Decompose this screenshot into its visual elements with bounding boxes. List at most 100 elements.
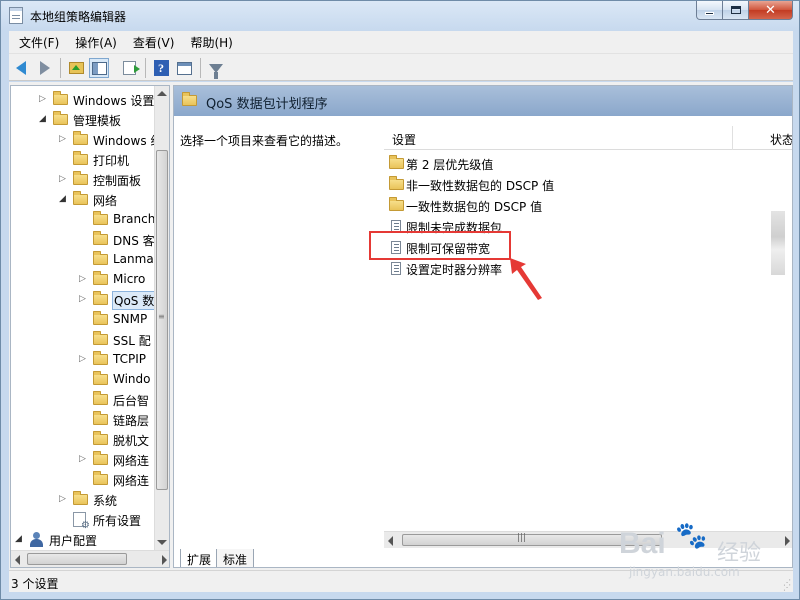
tree-item[interactable]: ▷ TCPIP xyxy=(11,349,156,369)
baidu-watermark: Bai 🐾 经验 jingyan.baidu.com xyxy=(619,521,789,583)
console-tree[interactable]: ▷ Windows 设置 ◢ 管理模板 ▷ Windows 组件 打印机 ▷ 控制面板 ◢ 网络 Br… xyxy=(10,85,170,568)
tree-item-label: Windows 设置 xyxy=(73,94,155,108)
folder-icon xyxy=(93,271,108,285)
tree-item[interactable]: Windo xyxy=(11,369,156,389)
tree-item[interactable]: DNS 客 xyxy=(11,229,156,249)
collapsed-arrow-icon[interactable]: ▷ xyxy=(79,274,87,284)
scroll-grip-icon: ||| xyxy=(517,533,527,543)
collapsed-arrow-icon[interactable]: ▷ xyxy=(79,454,87,464)
up-level-button[interactable] xyxy=(66,58,86,78)
expanded-arrow-icon[interactable]: ◢ xyxy=(59,194,67,204)
properties-icon xyxy=(176,61,192,75)
tree-item[interactable]: ▷ Micro xyxy=(11,269,156,289)
column-setting[interactable]: 设置 xyxy=(392,131,416,148)
folder-icon xyxy=(93,351,108,365)
settings-doc-icon xyxy=(73,512,90,531)
show-hide-tree-button[interactable] xyxy=(89,58,109,78)
forward-arrow-icon xyxy=(40,61,50,75)
scroll-up-icon[interactable] xyxy=(157,91,167,96)
tree-item[interactable]: 所有设置 xyxy=(11,509,156,531)
scroll-down-icon[interactable] xyxy=(157,540,167,545)
collapsed-arrow-icon[interactable]: ▷ xyxy=(79,354,87,364)
expanded-arrow-icon[interactable]: ◢ xyxy=(15,534,23,544)
help-button[interactable]: ? xyxy=(151,58,171,78)
tree-item-label: 后台智 xyxy=(113,394,150,408)
folder-icon xyxy=(93,471,108,485)
tree-item-label: 网络连 xyxy=(113,474,150,488)
tab-standard[interactable]: 标准 xyxy=(216,549,255,567)
menu-view[interactable]: 查看(V) xyxy=(127,32,181,53)
menu-action[interactable]: 操作(A) xyxy=(69,32,123,53)
highlight-box xyxy=(369,231,511,260)
menu-help[interactable]: 帮助(H) xyxy=(184,32,238,53)
tree-item[interactable]: ▷ 网络连 xyxy=(11,449,156,469)
back-button[interactable] xyxy=(11,58,31,78)
tree-item[interactable]: SNMP xyxy=(11,309,156,329)
tree-item[interactable]: 打印机 xyxy=(11,149,156,169)
scroll-right-icon[interactable] xyxy=(162,555,167,565)
export-icon xyxy=(122,61,140,75)
tree-item[interactable]: ▷ 控制面板 xyxy=(11,169,156,189)
setting-row[interactable]: 第 2 层优先级值 xyxy=(384,153,784,173)
tree-horizontal-scrollbar[interactable] xyxy=(11,550,169,567)
tree-item[interactable]: ◢ 用户配置 xyxy=(11,529,156,549)
status-text: 3 个设置 xyxy=(11,577,59,591)
window-controls: ✕ xyxy=(696,1,793,20)
collapsed-arrow-icon[interactable]: ▷ xyxy=(59,174,67,184)
tree-item[interactable]: Lanma xyxy=(11,249,156,269)
client-area: ▷ Windows 设置 ◢ 管理模板 ▷ Windows 组件 打印机 ▷ 控制面板 ◢ 网络 Br… xyxy=(9,82,793,570)
collapsed-arrow-icon[interactable]: ▷ xyxy=(39,94,47,104)
setting-label: 设置定时器分辨率 xyxy=(406,263,503,277)
tree-item-label: 网络 xyxy=(93,194,118,208)
tree-item[interactable]: SSL 配 xyxy=(11,329,156,349)
tree-item-label: 所有设置 xyxy=(93,514,142,528)
tree-item[interactable]: 链路层 xyxy=(11,409,156,429)
console-tree-icon xyxy=(91,61,107,75)
tree-item[interactable]: 网络连 xyxy=(11,469,156,489)
tree-item-label: Branch xyxy=(113,212,156,226)
tree-item[interactable]: 后台智 xyxy=(11,389,156,409)
menu-file[interactable]: 文件(F) xyxy=(13,32,65,53)
watermark-url: jingyan.baidu.com xyxy=(629,565,740,579)
tree-vertical-scrollbar[interactable]: ≡ xyxy=(154,86,169,550)
forward-button[interactable] xyxy=(35,58,55,78)
setting-row[interactable]: 设置定时器分辨率 xyxy=(384,258,784,278)
tree-item[interactable]: ▷ 系统 xyxy=(11,489,156,509)
folder-icon xyxy=(93,331,108,345)
folder-icon xyxy=(93,431,108,445)
scroll-left-icon[interactable] xyxy=(388,536,393,546)
expanded-arrow-icon[interactable]: ◢ xyxy=(39,114,47,124)
tree-item[interactable]: 脱机文 xyxy=(11,429,156,449)
maximize-button[interactable] xyxy=(723,1,749,20)
tree-item[interactable]: ▷ Windows 设置 xyxy=(11,89,156,109)
maximize-icon xyxy=(730,6,741,14)
close-button[interactable]: ✕ xyxy=(749,1,793,20)
tree-hscroll-thumb[interactable] xyxy=(27,553,127,565)
column-divider[interactable] xyxy=(732,126,733,150)
collapsed-arrow-icon[interactable]: ▷ xyxy=(59,494,67,504)
tree-item[interactable]: Branch xyxy=(11,209,156,229)
filter-button[interactable] xyxy=(206,58,226,79)
column-state[interactable]: 状态 xyxy=(770,131,792,148)
policy-editor-icon xyxy=(9,7,23,24)
tree-item[interactable]: ▷ QoS 数 xyxy=(11,289,157,310)
list-column-header: 设置 状态 xyxy=(384,126,792,150)
tree-item[interactable]: ◢ 管理模板 xyxy=(11,109,156,129)
collapsed-arrow-icon[interactable]: ▷ xyxy=(79,294,87,304)
tree-item-label: 链路层 xyxy=(113,414,150,428)
toolbar: ? xyxy=(9,53,793,81)
close-icon: ✕ xyxy=(765,2,776,18)
tree-item[interactable]: ◢ 网络 xyxy=(11,189,156,209)
export-list-button[interactable] xyxy=(119,58,140,78)
collapsed-arrow-icon[interactable]: ▷ xyxy=(59,134,67,144)
scroll-left-icon[interactable] xyxy=(15,555,20,565)
minimize-button[interactable] xyxy=(696,1,723,20)
setting-row[interactable]: 非一致性数据包的 DSCP 值 xyxy=(384,174,784,194)
folder-icon xyxy=(73,191,88,205)
setting-row[interactable]: 一致性数据包的 DSCP 值 xyxy=(384,195,784,215)
tab-extended[interactable]: 扩展 xyxy=(180,549,219,567)
title-bar[interactable]: 本地组策略编辑器 ✕ xyxy=(1,1,799,31)
tree-item[interactable]: ▷ Windows 组件 xyxy=(11,129,169,149)
properties-button[interactable] xyxy=(174,58,194,78)
folder-icon xyxy=(389,176,404,190)
